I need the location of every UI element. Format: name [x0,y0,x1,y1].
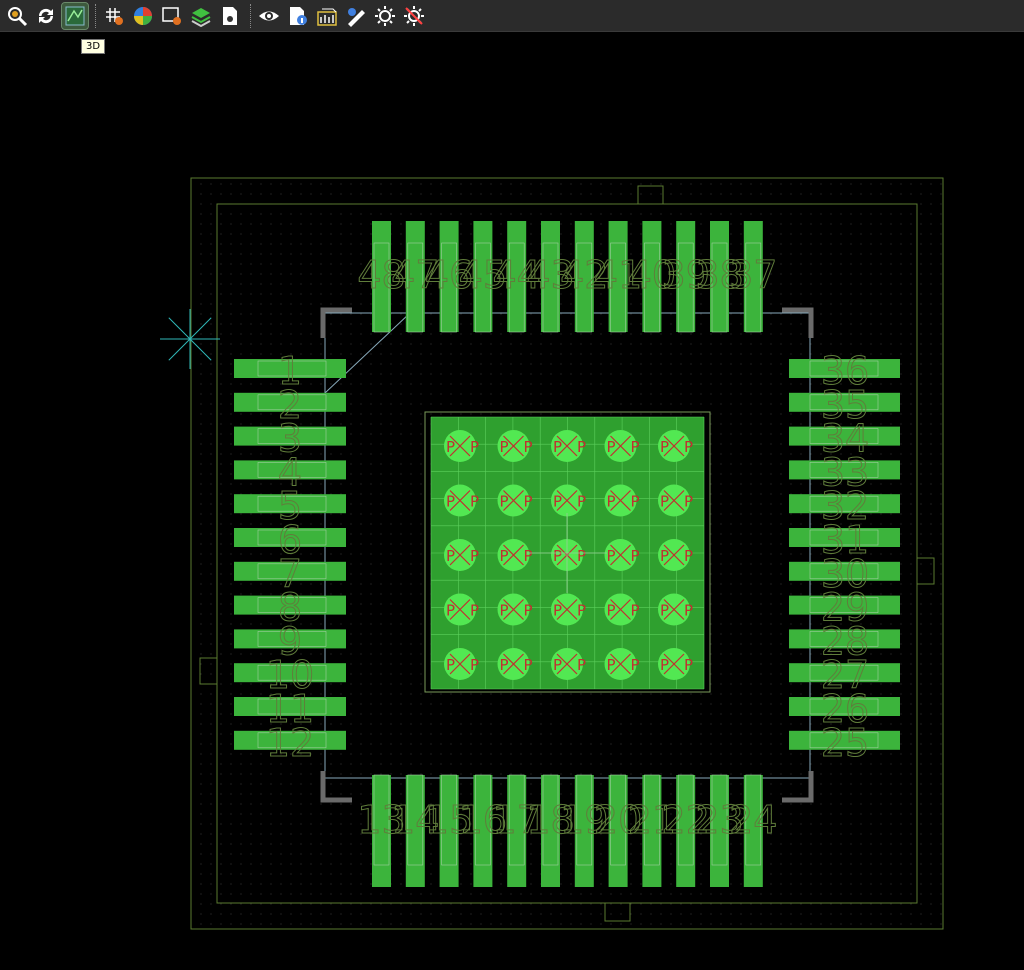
window-settings-icon [162,6,181,25]
via-label: P [631,547,640,565]
via-label: P [524,493,533,511]
via-label: P [684,656,693,674]
via-label: P [446,493,455,511]
info-doc-icon [290,6,307,25]
3d-box-icon [317,8,337,26]
toolbar-separator [95,3,97,28]
via-label: P [524,602,533,620]
via-label: P [553,547,562,565]
pin-label-top: 37 [729,253,777,297]
pin-label-bottom: 24 [729,798,777,842]
via-label: P [607,656,616,674]
pin-label-left: 12 [266,721,314,765]
via-label: P [631,602,640,620]
zoom-button[interactable] [4,3,30,29]
via-label: P [577,656,586,674]
via-label: P [553,656,562,674]
via-label: P [607,438,616,456]
via-label: P [470,656,479,674]
refresh-icon [38,8,54,23]
layers-button[interactable] [188,3,214,29]
via-label: P [577,438,586,456]
pcb-canvas[interactable]: 4813471446154516441743184219412040213922… [0,33,1024,970]
via-label: P [500,656,509,674]
layers-icon [191,7,211,27]
via-label: P [524,656,533,674]
via-label: P [631,438,640,456]
brightness-icon [375,5,395,26]
brightness-off-icon [404,5,424,26]
brightness-button[interactable] [372,3,398,29]
via-label: P [577,547,586,565]
via-label: P [524,547,533,565]
eye-icon [259,11,279,20]
via-label: P [607,493,616,511]
toolbar-separator [250,3,252,28]
eye-button[interactable] [256,3,282,29]
window-settings-button[interactable] [159,3,185,29]
via-label: P [684,602,693,620]
via-label: P [660,547,669,565]
via-label: P [446,547,455,565]
via-label: P [553,438,562,456]
grid-icon [106,7,123,25]
via-label: P [577,493,586,511]
document-settings-icon [223,6,237,25]
pin-label-right: 25 [821,721,869,765]
via-label: P [553,602,562,620]
via-label: P [631,656,640,674]
via-label: P [446,602,455,620]
3d-box-button[interactable] [314,3,340,29]
via-label: P [500,602,509,620]
via-label: P [500,438,509,456]
via-label: P [470,547,479,565]
via-label: P [631,493,640,511]
via-label: P [500,493,509,511]
info-doc-button[interactable] [285,3,311,29]
via-label: P [607,602,616,620]
via-label: P [446,438,455,456]
via-label: P [470,602,479,620]
brightness-off-button[interactable] [401,3,427,29]
via-label: P [577,602,586,620]
via-label: P [553,493,562,511]
via-label: P [524,438,533,456]
via-label: P [446,656,455,674]
via-label: P [607,547,616,565]
3d-view-button[interactable] [61,1,89,30]
3d-view-icon [65,6,85,25]
via-label: P [684,547,693,565]
via-label: P [660,438,669,456]
via-label: P [470,493,479,511]
pen-tool-button[interactable] [343,3,369,29]
via-label: P [470,438,479,456]
pen-tool-icon [348,7,365,27]
color-wheel-icon [134,6,152,25]
color-wheel-button[interactable] [130,3,156,29]
via-label: P [660,656,669,674]
via-label: P [684,438,693,456]
grid-button[interactable] [101,3,127,29]
zoom-icon [8,6,28,26]
via-label: P [684,493,693,511]
via-label: P [500,547,509,565]
via-label: P [660,493,669,511]
refresh-button[interactable] [33,3,59,29]
document-settings-button[interactable] [217,3,243,29]
via-label: P [660,602,669,620]
toolbar [0,0,1024,32]
